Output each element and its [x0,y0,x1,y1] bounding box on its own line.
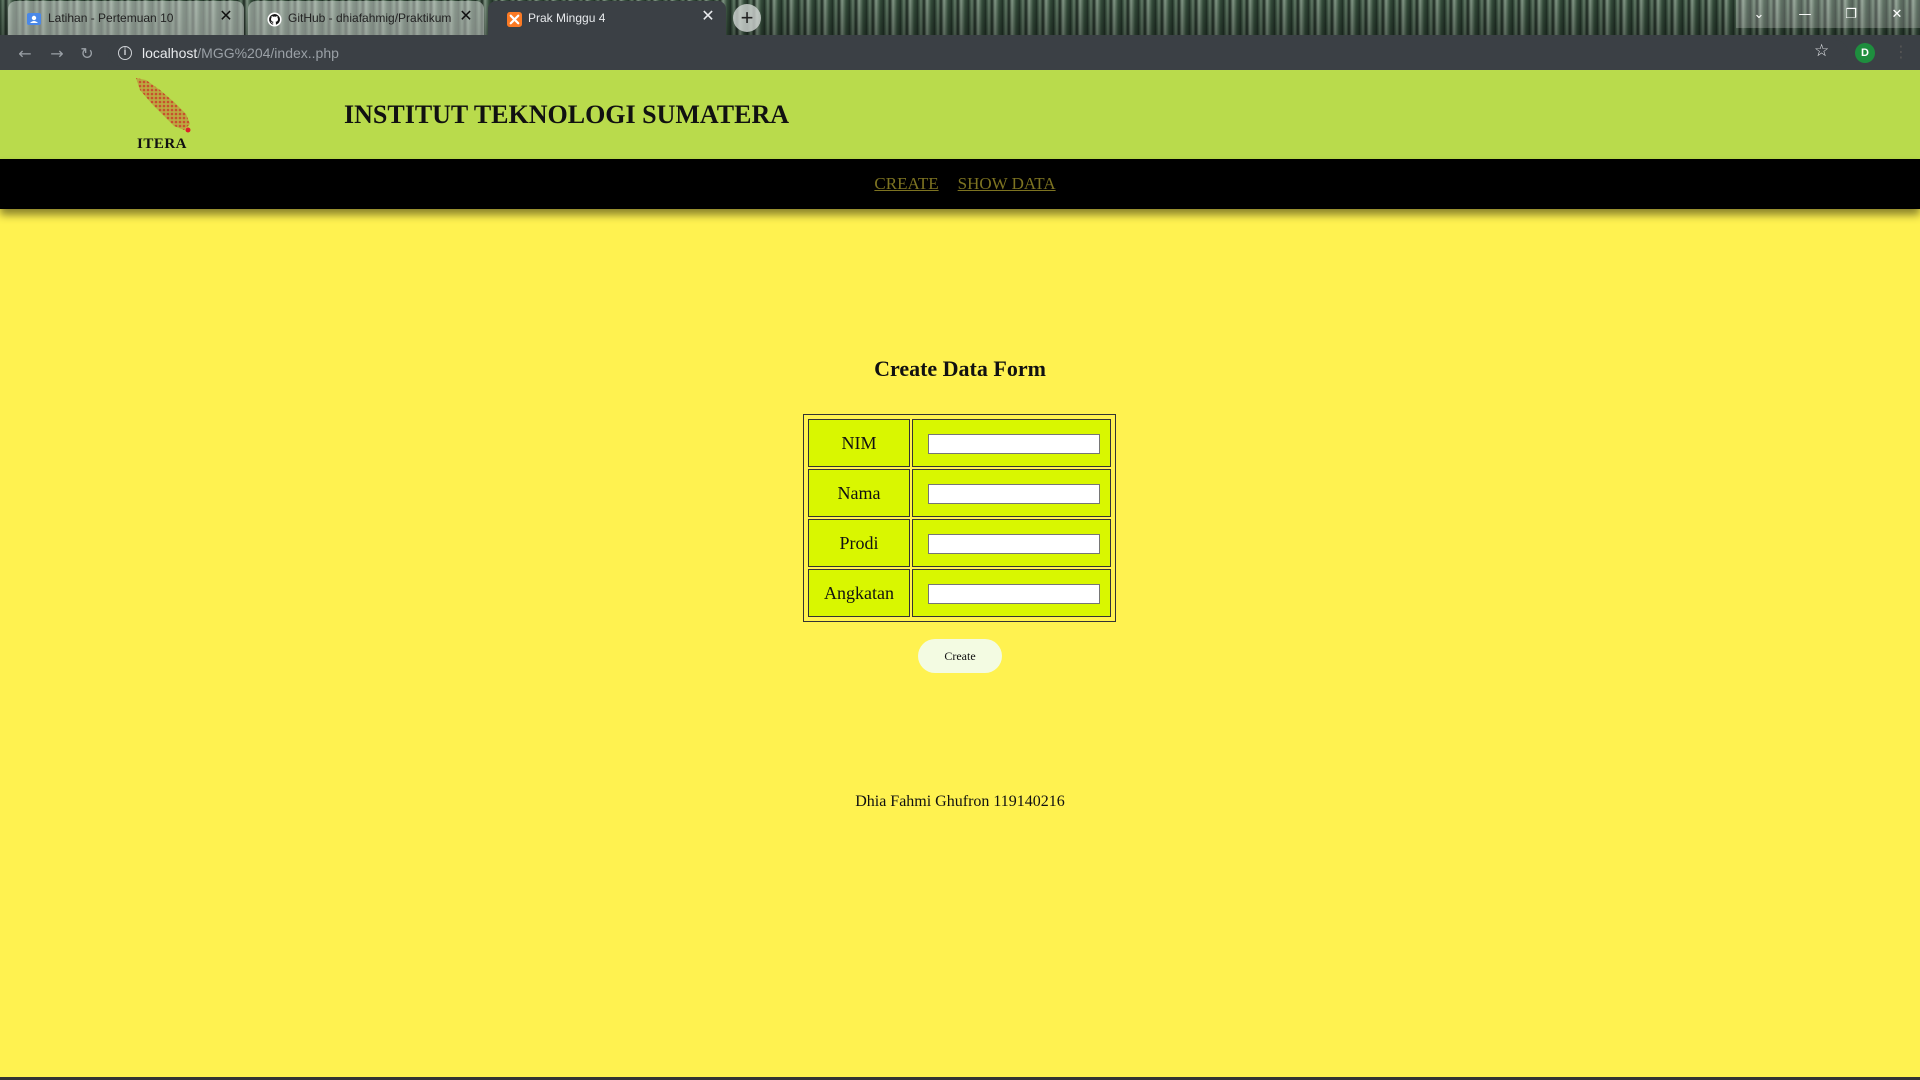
back-icon[interactable]: ← [14,42,36,64]
site-header: ITERA INSTITUT TEKNOLOGI SUMATERA [0,70,1920,159]
address-bar[interactable]: i localhost/MGG%204/index..php [108,40,1848,66]
nav-show-data-link[interactable]: SHOW DATA [958,174,1056,194]
site-title: INSTITUT TEKNOLOGI SUMATERA [344,100,790,129]
info-icon[interactable]: i [118,46,132,60]
create-data-form: NIM Nama Prodi Angkatan [803,414,1116,622]
xampp-icon [506,11,522,27]
url-path: /MGG%204/index..php [197,45,339,61]
bookmark-star-icon[interactable]: ☆ [1814,41,1829,61]
close-icon[interactable]: ✕ [218,9,234,25]
angkatan-input[interactable] [928,583,1100,604]
footer-author: Dhia Fahmi Ghufron 119140216 [855,793,1065,810]
create-button[interactable]: Create [918,639,1002,673]
form-title: Create Data Form [874,356,1046,381]
nama-label: Nama [808,469,910,517]
menu-icon[interactable]: ⋮ [1893,42,1909,61]
main-nav: CREATE SHOW DATA [0,159,1920,209]
nim-label: NIM [808,419,910,467]
tab-github[interactable]: GitHub - dhiafahmig/Praktikum ✕ [248,1,484,35]
form-row-nim: NIM [808,419,1111,467]
profile-avatar[interactable]: D [1855,43,1875,63]
angkatan-label: Angkatan [808,569,910,617]
close-window-icon[interactable]: ✕ [1874,0,1920,28]
prodi-input[interactable] [928,533,1100,554]
nama-input[interactable] [928,483,1100,504]
close-icon[interactable]: ✕ [700,9,716,25]
prodi-label: Prodi [808,519,910,567]
tab-title: Prak Minggu 4 [528,11,606,25]
form-row-angkatan: Angkatan [808,569,1111,617]
tab-title: GitHub - dhiafahmig/Praktikum [288,11,452,25]
restore-icon[interactable]: ❐ [1828,0,1874,28]
nav-create-link[interactable]: CREATE [874,174,938,194]
reload-icon[interactable]: ↻ [76,42,98,64]
form-row-prodi: Prodi [808,519,1111,567]
close-icon[interactable]: ✕ [458,9,474,25]
tab-search-icon[interactable]: ⌄ [1736,0,1782,28]
new-tab-button[interactable]: + [733,4,761,32]
github-icon [266,11,282,27]
nim-input[interactable] [928,433,1100,454]
tab-prak-minggu-4[interactable]: Prak Minggu 4 ✕ [488,1,726,35]
itera-logo: ITERA [130,76,194,154]
form-row-nama: Nama [808,469,1111,517]
tab-latihan[interactable]: Latihan - Pertemuan 10 ✕ [8,1,244,35]
itera-logo-icon [136,78,191,133]
classroom-icon [26,11,42,27]
minimize-icon[interactable]: — [1782,0,1828,28]
browser-tab-strip: Latihan - Pertemuan 10 ✕ GitHub - dhiafa… [0,0,1920,35]
tab-title: Latihan - Pertemuan 10 [48,11,174,25]
url-host: localhost [142,45,198,61]
forward-icon[interactable]: → [46,42,68,64]
logo-text: ITERA [136,136,187,152]
browser-toolbar: ← → ↻ i localhost/MGG%204/index..php ☆ D… [0,35,1920,70]
